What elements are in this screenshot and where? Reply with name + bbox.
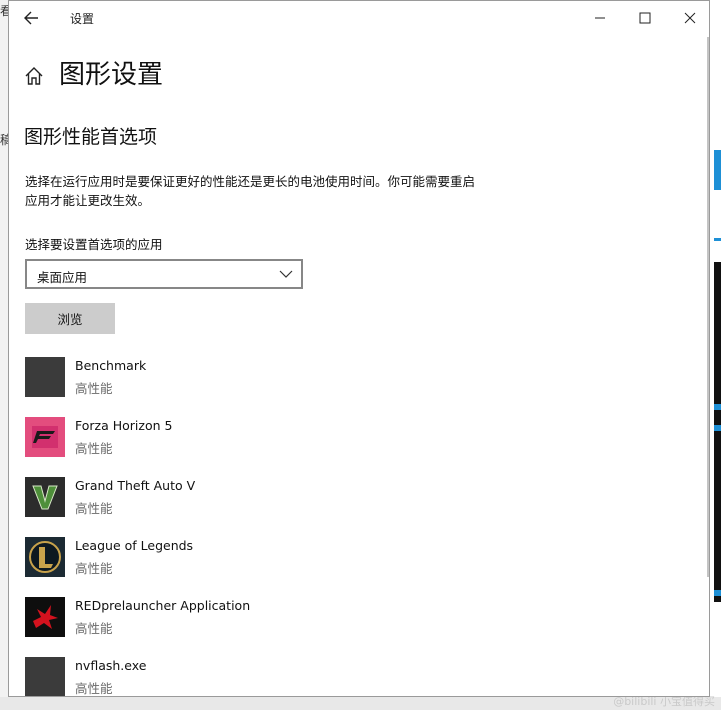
app-name: Benchmark bbox=[75, 358, 147, 373]
list-item[interactable]: Forza Horizon 5 高性能 bbox=[25, 415, 685, 475]
maximize-icon bbox=[639, 12, 651, 24]
app-name: REDprelauncher Application bbox=[75, 598, 251, 613]
browse-button[interactable]: 浏览 bbox=[25, 303, 115, 334]
background-dark-panel bbox=[714, 262, 721, 602]
background-taskbar-edge: @bilibili 小宝值得买 bbox=[0, 695, 721, 710]
background-accent-strip bbox=[714, 590, 721, 596]
close-icon bbox=[684, 12, 696, 24]
scrollbar[interactable] bbox=[707, 37, 709, 577]
app-type-dropdown[interactable]: 桌面应用 bbox=[25, 259, 303, 289]
minimize-button[interactable] bbox=[589, 7, 611, 29]
minimize-icon bbox=[595, 17, 605, 19]
title-bar: 设置 bbox=[9, 1, 709, 35]
chevron-down-icon bbox=[279, 270, 293, 278]
section-description: 选择在运行应用时是要保证更好的性能还是更长的电池使用时间。你可能需要重启应用才能… bbox=[25, 174, 476, 208]
app-preference: 高性能 bbox=[75, 381, 113, 396]
maximize-button[interactable] bbox=[634, 7, 656, 29]
app-select-label: 选择要设置首选项的应用 bbox=[25, 237, 163, 252]
league-of-legends-icon bbox=[25, 537, 65, 577]
list-item[interactable]: Grand Theft Auto V 高性能 bbox=[25, 475, 685, 535]
list-item[interactable]: League of Legends 高性能 bbox=[25, 535, 685, 595]
list-item[interactable]: nvflash.exe 高性能 bbox=[25, 655, 685, 696]
background-accent-strip bbox=[714, 150, 721, 190]
background-accent-strip bbox=[714, 238, 721, 241]
app-name: Grand Theft Auto V bbox=[75, 478, 196, 493]
app-preference: 高性能 bbox=[75, 501, 113, 516]
blank-app-icon bbox=[25, 657, 65, 696]
list-item[interactable]: Benchmark 高性能 bbox=[25, 355, 685, 415]
page-header: 图形设置 bbox=[9, 59, 709, 95]
window-title: 设置 bbox=[70, 12, 95, 26]
app-preference: 高性能 bbox=[75, 561, 113, 576]
close-button[interactable] bbox=[679, 7, 701, 29]
app-name: League of Legends bbox=[75, 538, 194, 553]
settings-window: 设置 图形设置 图形性能首选项 选择在运行应用时是要保证更好的性能还是更长的电池… bbox=[8, 0, 710, 697]
section-title: 图形性能首选项 bbox=[24, 126, 158, 148]
background-accent-strip bbox=[714, 425, 721, 431]
forza-horizon-icon bbox=[25, 417, 65, 457]
home-icon-glyph bbox=[25, 67, 43, 85]
back-button[interactable] bbox=[21, 8, 45, 28]
gta-v-icon bbox=[25, 477, 65, 517]
app-preference: 高性能 bbox=[75, 681, 113, 696]
app-list: Benchmark 高性能 Forza Horizon 5 高性能 Grand … bbox=[25, 355, 685, 696]
app-name: Forza Horizon 5 bbox=[75, 418, 173, 433]
dropdown-selected-value: 桌面应用 bbox=[37, 270, 88, 285]
blank-app-icon bbox=[25, 357, 65, 397]
home-icon[interactable] bbox=[23, 65, 45, 87]
page-title: 图形设置 bbox=[59, 60, 164, 90]
app-preference: 高性能 bbox=[75, 621, 113, 636]
list-item[interactable]: REDprelauncher Application 高性能 bbox=[25, 595, 685, 655]
background-accent-strip bbox=[714, 404, 721, 410]
app-name: nvflash.exe bbox=[75, 658, 147, 673]
app-preference: 高性能 bbox=[75, 441, 113, 456]
back-arrow-icon bbox=[24, 11, 38, 25]
background-window-right bbox=[710, 0, 721, 710]
redprelauncher-icon bbox=[25, 597, 65, 637]
